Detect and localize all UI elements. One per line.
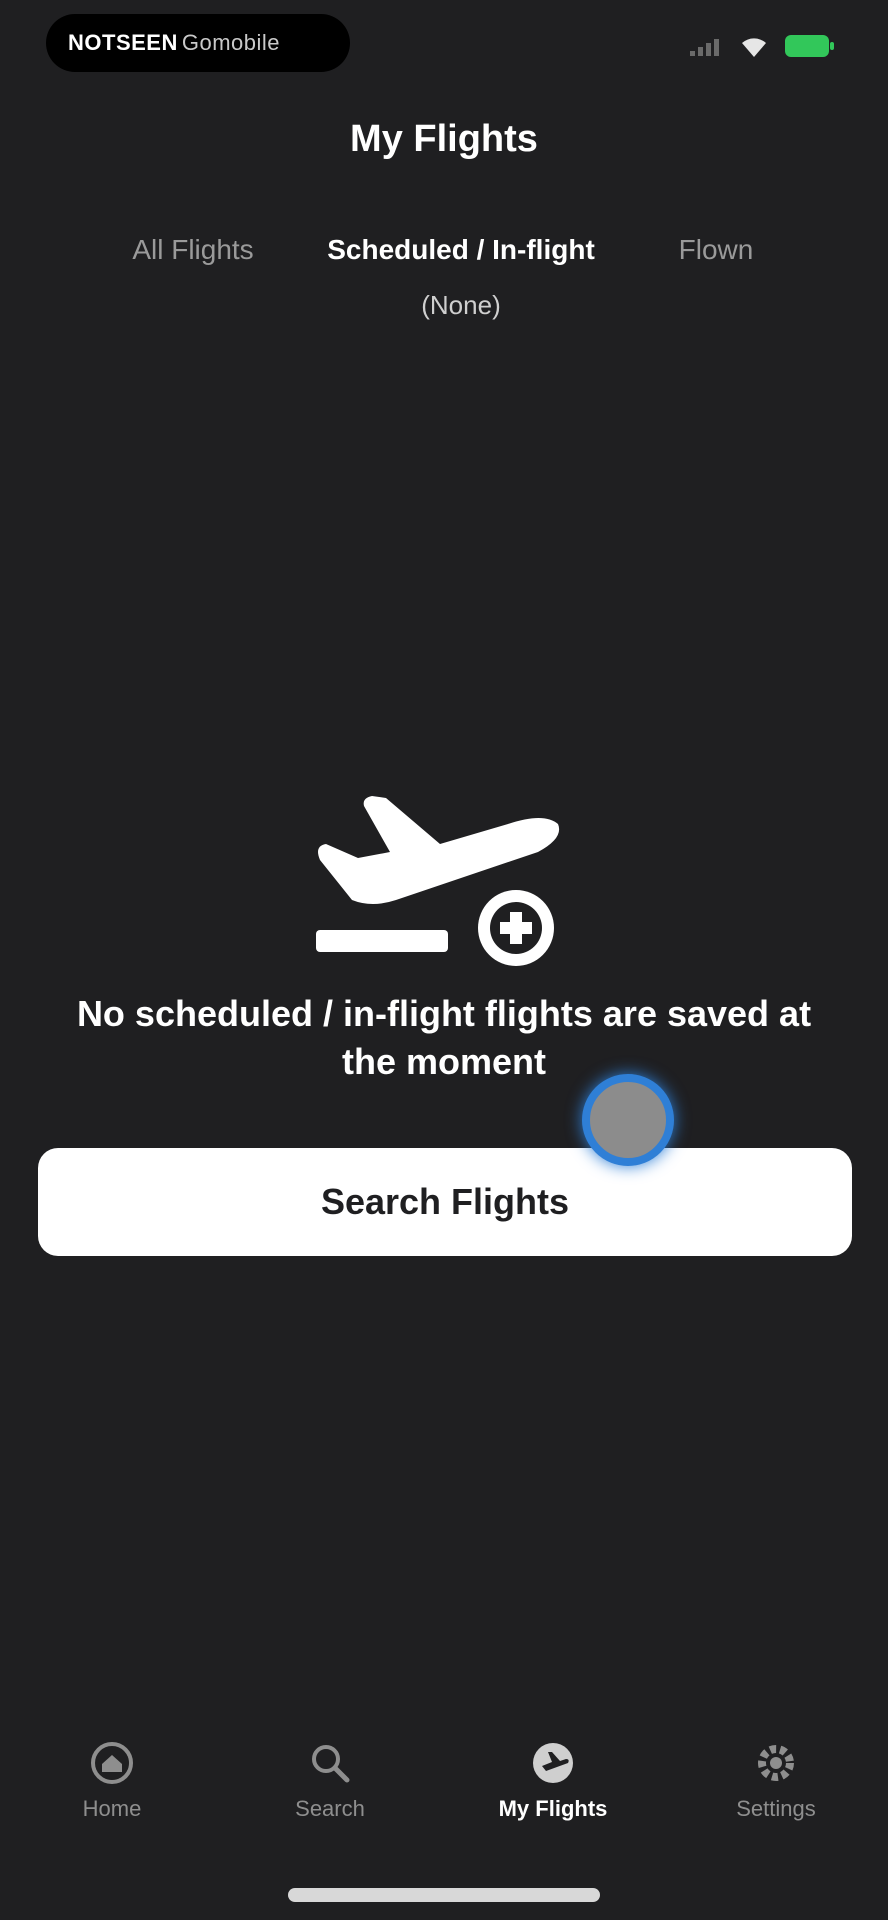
touch-indicator [582, 1074, 674, 1166]
my-flights-icon [533, 1743, 573, 1783]
airplane-takeoff-plus-icon [312, 760, 572, 976]
tab-scheduled-in-flight[interactable]: Scheduled / In-flight [316, 234, 606, 266]
search-flights-button[interactable]: Search Flights [38, 1148, 852, 1256]
status-bar-pill-text: NOTSEEN [68, 30, 178, 55]
cellular-signal-icon [690, 39, 719, 56]
nav-item-home[interactable]: Home [32, 1740, 192, 1822]
nav-item-my-flights[interactable]: My Flights [473, 1740, 633, 1822]
wifi-icon [742, 38, 766, 57]
nav-item-settings[interactable]: Settings [696, 1740, 856, 1822]
status-bar-indicators [688, 26, 836, 66]
settings-icon [758, 1745, 794, 1781]
status-bar-app-pill[interactable]: NOTSEEN Gomobile [46, 14, 350, 72]
home-indicator[interactable] [288, 1888, 600, 1902]
nav-label-home: Home [82, 1796, 142, 1821]
home-icon [91, 1742, 133, 1784]
status-bar-pill-subtext: Gomobile [181, 30, 281, 55]
empty-state-message: No scheduled / in-flight flights are sav… [76, 993, 812, 1082]
nav-item-search[interactable]: Search [250, 1740, 410, 1822]
nav-label-my-flights: My Flights [498, 1796, 608, 1821]
search-icon [312, 1745, 350, 1783]
battery-icon [785, 35, 834, 57]
nav-label-search: Search [295, 1796, 365, 1821]
bottom-nav: Home Search My Flights Settings [0, 1740, 888, 1850]
nav-label-settings: Settings [736, 1796, 816, 1821]
tab-scheduled-count: (None) [421, 290, 501, 320]
page-title: My Flights [350, 118, 538, 160]
tab-flown[interactable]: Flown [646, 234, 786, 266]
tab-all-flights[interactable]: All Flights [118, 234, 268, 266]
